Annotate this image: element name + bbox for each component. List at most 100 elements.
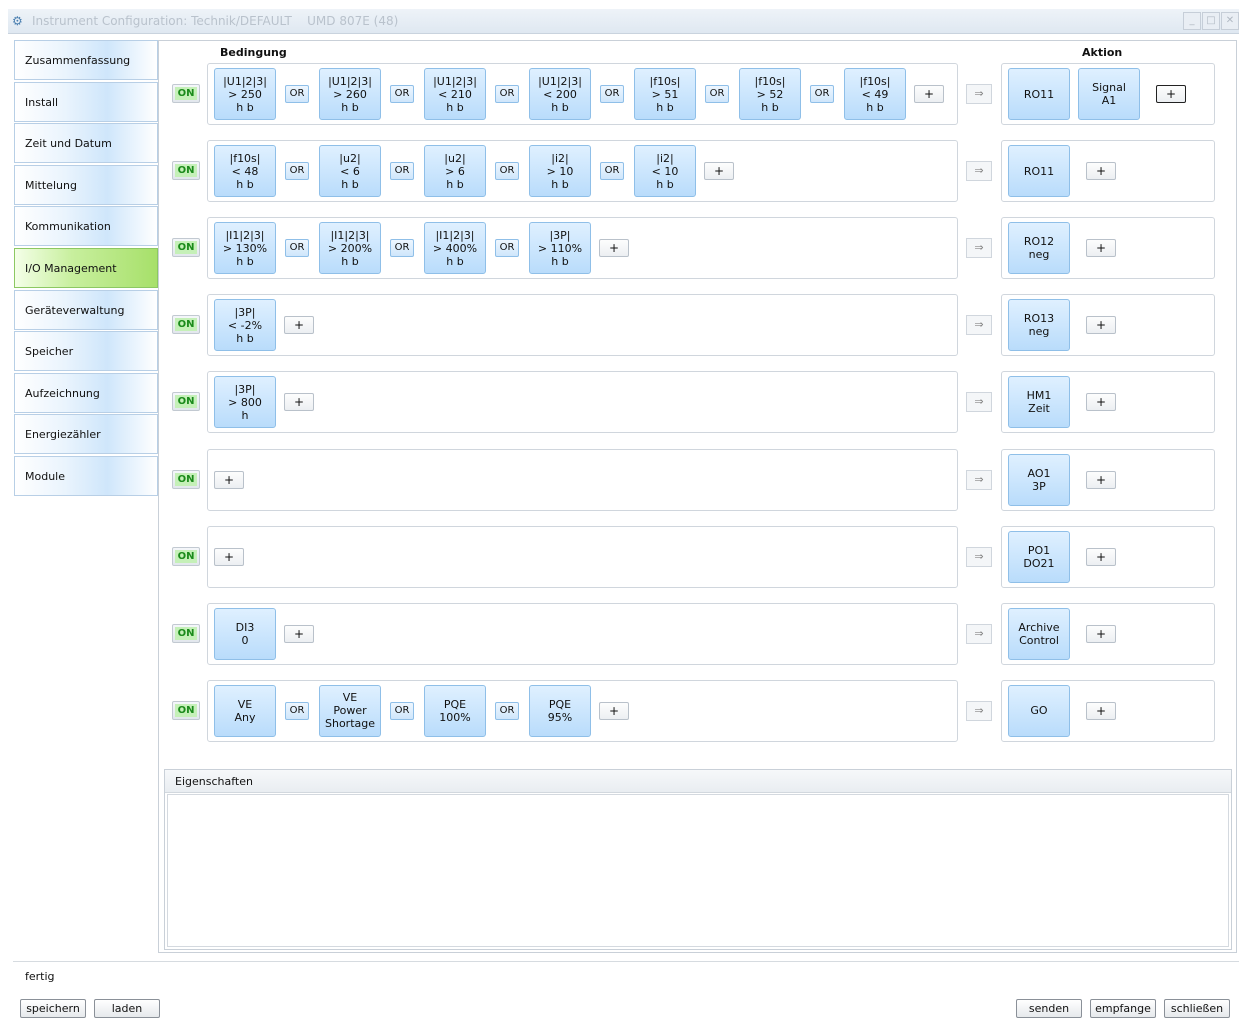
or-operator[interactable]: OR: [600, 162, 624, 181]
add-action-button[interactable]: +: [1086, 701, 1116, 720]
then-arrow-icon[interactable]: ⇒: [966, 84, 992, 104]
or-operator[interactable]: OR: [285, 239, 309, 258]
condition-tile[interactable]: |I1|2|3| > 400% h b: [424, 222, 486, 275]
condition-tile[interactable]: |u2| > 6h b: [424, 145, 486, 198]
sidebar-item-install[interactable]: Install: [14, 81, 158, 122]
add-condition-button[interactable]: +: [214, 547, 244, 566]
then-arrow-icon[interactable]: ⇒: [966, 546, 992, 567]
add-action-button[interactable]: +: [1086, 470, 1116, 489]
or-operator[interactable]: OR: [390, 162, 414, 181]
send-button[interactable]: senden: [1016, 999, 1082, 1018]
add-action-button[interactable]: +: [1086, 624, 1116, 643]
sidebar-item-kommunikation[interactable]: Kommunikation: [14, 206, 158, 247]
action-tile[interactable]: GO: [1008, 684, 1070, 737]
action-tile[interactable]: HM1 Zeit: [1008, 376, 1070, 429]
sidebar-item-i-o-management[interactable]: I/O Management: [14, 248, 158, 288]
condition-tile[interactable]: |U1|2|3| > 250 h b: [214, 68, 276, 120]
condition-tile[interactable]: VE Any: [214, 684, 276, 737]
on-toggle[interactable]: ON: [172, 315, 200, 335]
or-operator[interactable]: OR: [390, 701, 414, 720]
or-operator[interactable]: OR: [600, 85, 624, 103]
or-operator[interactable]: OR: [495, 239, 519, 258]
or-operator[interactable]: OR: [495, 85, 519, 103]
then-arrow-icon[interactable]: ⇒: [966, 161, 992, 182]
on-toggle[interactable]: ON: [172, 392, 200, 412]
action-tile[interactable]: Signal A1: [1078, 68, 1140, 120]
add-action-button[interactable]: +: [1156, 85, 1186, 103]
condition-tile[interactable]: |U1|2|3| < 200 h b: [529, 68, 591, 120]
or-operator[interactable]: OR: [810, 85, 834, 103]
sidebar-item-zusammenfassung[interactable]: Zusammenfassung: [14, 40, 158, 80]
sidebar-item-module[interactable]: Module: [14, 456, 158, 496]
or-operator[interactable]: OR: [285, 162, 309, 181]
then-arrow-icon[interactable]: ⇒: [966, 469, 992, 490]
condition-tile[interactable]: |I1|2|3| > 200% h b: [319, 222, 381, 275]
action-tile[interactable]: RO12 neg: [1008, 222, 1070, 275]
sidebar-item-energiez-hler[interactable]: Energiezähler: [14, 414, 158, 455]
save-button[interactable]: speichern: [20, 999, 86, 1018]
on-toggle[interactable]: ON: [172, 700, 200, 720]
condition-tile[interactable]: |U1|2|3| > 260 h b: [319, 68, 381, 120]
minimize-icon[interactable]: _: [1183, 12, 1201, 30]
sidebar-item-aufzeichnung[interactable]: Aufzeichnung: [14, 372, 158, 413]
condition-tile[interactable]: |f10s| < 49 h b: [844, 68, 906, 120]
on-toggle[interactable]: ON: [172, 469, 200, 489]
action-tile[interactable]: Archive Control: [1008, 607, 1070, 660]
add-condition-button[interactable]: +: [914, 85, 944, 103]
add-condition-button[interactable]: +: [284, 316, 314, 335]
condition-tile[interactable]: |f10s| > 51 h b: [634, 68, 696, 120]
then-arrow-icon[interactable]: ⇒: [966, 238, 992, 259]
sidebar-item-speicher[interactable]: Speicher: [14, 331, 158, 372]
add-condition-button[interactable]: +: [704, 162, 734, 181]
or-operator[interactable]: OR: [285, 85, 309, 103]
on-toggle[interactable]: ON: [172, 623, 200, 643]
condition-tile[interactable]: |u2| < 6h b: [319, 145, 381, 198]
add-action-button[interactable]: +: [1086, 239, 1116, 258]
condition-tile[interactable]: |U1|2|3| < 210 h b: [424, 68, 486, 120]
load-button[interactable]: laden: [94, 999, 160, 1018]
then-arrow-icon[interactable]: ⇒: [966, 315, 992, 336]
or-operator[interactable]: OR: [705, 85, 729, 103]
add-action-button[interactable]: +: [1086, 547, 1116, 566]
on-toggle[interactable]: ON: [172, 546, 200, 566]
add-condition-button[interactable]: +: [284, 393, 314, 412]
maximize-icon[interactable]: □: [1202, 12, 1220, 30]
condition-tile[interactable]: |f10s| > 52 h b: [739, 68, 801, 120]
action-tile[interactable]: PO1 DO21: [1008, 530, 1070, 583]
on-toggle[interactable]: ON: [172, 84, 200, 103]
or-operator[interactable]: OR: [495, 162, 519, 181]
sidebar-item-zeit-und-datum[interactable]: Zeit und Datum: [14, 123, 158, 164]
then-arrow-icon[interactable]: ⇒: [966, 392, 992, 413]
sidebar-item-mittelung[interactable]: Mittelung: [14, 164, 158, 205]
add-action-button[interactable]: +: [1086, 393, 1116, 412]
condition-tile[interactable]: VE Power Shortage: [319, 684, 381, 737]
add-condition-button[interactable]: +: [284, 624, 314, 643]
condition-tile[interactable]: |3P| > 800 h: [214, 376, 276, 429]
or-operator[interactable]: OR: [495, 701, 519, 720]
on-toggle[interactable]: ON: [172, 161, 200, 181]
close-button[interactable]: schließen: [1164, 999, 1230, 1018]
condition-tile[interactable]: DI3 0: [214, 607, 276, 660]
action-tile[interactable]: RO11: [1008, 145, 1070, 198]
action-tile[interactable]: RO11: [1008, 68, 1070, 120]
condition-tile[interactable]: |3P| > 110% h b: [529, 222, 591, 275]
then-arrow-icon[interactable]: ⇒: [966, 623, 992, 644]
condition-tile[interactable]: PQE 100%: [424, 684, 486, 737]
close-icon[interactable]: ✕: [1221, 12, 1239, 30]
condition-tile[interactable]: |i2| > 10 h b: [529, 145, 591, 198]
condition-tile[interactable]: PQE 95%: [529, 684, 591, 737]
action-tile[interactable]: RO13 neg: [1008, 299, 1070, 352]
or-operator[interactable]: OR: [285, 701, 309, 720]
on-toggle[interactable]: ON: [172, 238, 200, 258]
add-condition-button[interactable]: +: [599, 701, 629, 720]
or-operator[interactable]: OR: [390, 239, 414, 258]
add-condition-button[interactable]: +: [214, 470, 244, 489]
condition-tile[interactable]: |f10s| < 48 h b: [214, 145, 276, 198]
then-arrow-icon[interactable]: ⇒: [966, 700, 992, 721]
add-action-button[interactable]: +: [1086, 162, 1116, 181]
add-action-button[interactable]: +: [1086, 316, 1116, 335]
condition-tile[interactable]: |I1|2|3| > 130% h b: [214, 222, 276, 275]
sidebar-item-ger-teverwaltung[interactable]: Geräteverwaltung: [14, 289, 158, 330]
action-tile[interactable]: AO1 3P: [1008, 453, 1070, 506]
or-operator[interactable]: OR: [390, 85, 414, 103]
